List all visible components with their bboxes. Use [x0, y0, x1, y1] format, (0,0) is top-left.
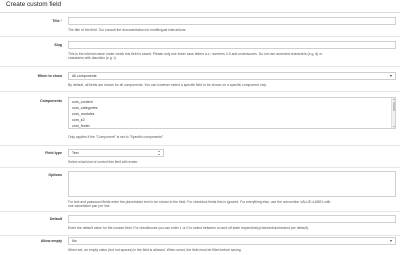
- slug-help-line2: characters with diacritics (e.g. ï).: [68, 56, 117, 61]
- chevron-up-icon: [158, 151, 160, 153]
- components-option[interactable]: com_modules: [72, 112, 94, 116]
- field-type-select[interactable]: Text: [68, 149, 164, 157]
- chevron-down-icon: [390, 75, 392, 78]
- slug-label: Slug: [54, 43, 62, 47]
- options-textarea[interactable]: [68, 171, 396, 197]
- scroll-up-icon[interactable]: [392, 98, 395, 100]
- title-row: Title * The title of the field. Too cons…: [0, 13, 400, 37]
- components-option[interactable]: com_content: [72, 100, 93, 104]
- page-title: Create custom field: [6, 1, 62, 8]
- components-option[interactable]: com_k2: [72, 118, 85, 122]
- slug-input[interactable]: [68, 41, 396, 49]
- components-help: Only applies if the "Component" is set t…: [68, 135, 164, 139]
- components-label: Components: [40, 99, 62, 103]
- when-to-show-help: By default, all fields are shown for all…: [68, 83, 267, 87]
- components-listbox[interactable]: com_content com_categories com_modules c…: [68, 97, 396, 129]
- components-row: Components com_content com_categories co…: [0, 91, 400, 146]
- title-label: Title *: [0, 19, 62, 23]
- allow-empty-select[interactable]: No: [68, 237, 396, 245]
- when-to-show-row: When to show All components By default, …: [0, 66, 400, 92]
- field-type-selected: Text: [72, 151, 79, 156]
- field-type-row: Field type Text Select what kind of cont…: [0, 145, 400, 168]
- default-label: Default: [49, 217, 62, 221]
- components-scrollbar[interactable]: [391, 98, 395, 128]
- default-input[interactable]: [68, 215, 396, 223]
- when-to-show-label: When to show: [37, 74, 62, 78]
- scroll-down-icon[interactable]: [392, 126, 395, 128]
- default-help: Enter the default value for the custom f…: [68, 226, 310, 230]
- options-row: Options For text and password fields ent…: [0, 167, 400, 212]
- title-input[interactable]: [68, 17, 396, 25]
- components-option[interactable]: com_categories: [72, 106, 97, 110]
- title-help: The title of the field. Too consult the …: [68, 28, 187, 32]
- required-marker: *: [60, 19, 62, 23]
- field-type-help: Select what kind of control this field w…: [68, 159, 139, 164]
- slug-row: Slug This is the internal name under whi…: [0, 36, 400, 67]
- allow-empty-help: When set, an empty value (but not spaces…: [68, 247, 242, 252]
- title-label-text: Title: [52, 19, 60, 23]
- components-option[interactable]: com_finder: [72, 124, 90, 128]
- default-row: Default Enter the default value for the …: [0, 211, 400, 236]
- when-to-show-selected: All components: [72, 74, 97, 79]
- custom-field-form: Title * The title of the field. Too cons…: [0, 12, 400, 252]
- when-to-show-select[interactable]: All components: [68, 72, 396, 80]
- field-type-label: Field type: [45, 151, 62, 155]
- scrollbar-thumb[interactable]: [392, 102, 395, 111]
- allow-empty-row: Allow empty No When set, an empty value …: [0, 235, 400, 255]
- chevron-down-icon: [390, 240, 392, 243]
- chevron-down-icon: [158, 154, 160, 155]
- options-label: Options: [48, 173, 62, 177]
- options-help-line2: one value/label pair per line.: [68, 204, 111, 209]
